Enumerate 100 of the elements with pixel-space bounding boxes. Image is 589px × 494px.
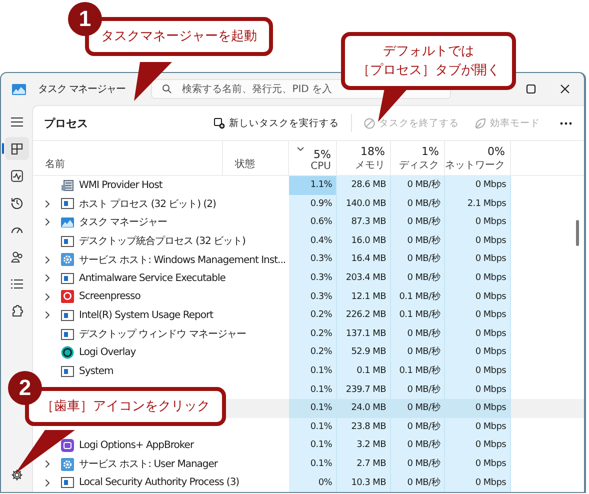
table-cell: 0 MB/秒 xyxy=(391,194,445,214)
table-cell: 12.1 MB xyxy=(337,288,391,306)
table-cell: 137.1 MB xyxy=(337,324,391,344)
table-row[interactable]: デスクトップ ウィンドウ マネージャー 0.2% 137.1 MB 0 MB/秒 0 Mbps xyxy=(33,324,584,344)
table-cell: 0 Mbps xyxy=(445,454,511,474)
table-row[interactable]: Antimalware Service Executable 0.3% 203.4 MB 0 MB/秒 0 Mbps xyxy=(33,268,584,288)
more-icon[interactable] xyxy=(560,122,572,124)
table-row[interactable]: デスクトップ統合プロセス (32 ビット) 0.4% 16.0 MB 0 MB/秒 0 Mbps xyxy=(33,232,584,250)
table-row[interactable]: Local Security Authority Process (3) 0% 10.3 MB 0 MB/秒 0 Mbps xyxy=(33,474,584,492)
table-row[interactable]: Logi Overlay 0.2% 52.9 MB 0 MB/秒 0 Mbps xyxy=(33,343,584,362)
column-label[interactable]: ネットワーク xyxy=(445,158,505,172)
column-label[interactable]: ディスク xyxy=(399,158,439,172)
column-percent: 5% xyxy=(314,148,331,161)
callout-text: ［プロセス］タブが開く xyxy=(357,62,500,80)
table-cell: 0 Mbps xyxy=(445,399,511,418)
chevron-icon[interactable] xyxy=(45,292,50,301)
pointer-tooltip xyxy=(134,62,172,101)
window-icon xyxy=(61,477,74,488)
table-cell: 0 MB/秒 xyxy=(391,176,445,195)
table-cell: 0 MB/秒 xyxy=(391,436,445,455)
window-icon xyxy=(61,310,74,321)
process-name: デスクトップ ウィンドウ マネージャー xyxy=(79,328,246,342)
table-cell: 2.7 MB xyxy=(337,454,391,474)
table-cell: 0 MB/秒 xyxy=(391,454,445,474)
chevron-icon[interactable] xyxy=(45,256,50,264)
window-title: タスク マネージャー xyxy=(38,83,126,96)
table-row[interactable]: サービス ホスト: Windows Management Inst... 0.3% 16.4 MB 0 MB/秒 0 Mbps xyxy=(33,250,584,269)
table-cell: 0.6% xyxy=(289,213,337,232)
table-row[interactable]: ホスト プロセス (32 ビット) (2) 0.9% 140.0 MB 0 MB/秒 2.1 Mbps xyxy=(33,194,584,214)
pointer-tooltip xyxy=(15,430,75,474)
table-cell: 0 Mbps xyxy=(445,232,511,250)
table-cell: 0 Mbps xyxy=(445,250,511,269)
table-cell: 0 MB/秒 xyxy=(391,399,445,418)
new-task-icon xyxy=(214,118,225,128)
close-icon[interactable] xyxy=(560,84,570,94)
column-label[interactable]: 状態 xyxy=(235,157,288,171)
nav-item[interactable] xyxy=(4,137,28,160)
process-name: サービス ホスト: Windows Management Inst... xyxy=(79,254,286,267)
chevron-icon[interactable] xyxy=(45,460,50,468)
users-icon xyxy=(10,250,22,262)
column-label[interactable]: 名前 xyxy=(45,157,222,171)
toolbar-button[interactable]: 新しいタスクを実行する xyxy=(210,114,343,132)
table-cell: 0.1% xyxy=(289,380,337,400)
maximize-icon[interactable] xyxy=(526,84,536,94)
chevron-icon[interactable] xyxy=(45,200,50,208)
chevron-icon[interactable] xyxy=(45,274,50,282)
process-name: WMI Provider Host xyxy=(79,180,162,191)
table-row[interactable]: Screenpresso 0.3% 12.1 MB 0.1 MB/秒 0 Mbps xyxy=(33,288,584,306)
table-cell: 0% xyxy=(289,474,337,492)
column-header[interactable]: 5% CPU xyxy=(289,141,337,175)
chevron-icon[interactable] xyxy=(45,478,50,487)
list-icon xyxy=(10,278,22,288)
table-row[interactable]: 0.1% 23.8 MB 0 MB/秒 0 Mbps xyxy=(33,418,584,436)
scrollbar-thumb[interactable] xyxy=(576,220,579,246)
table-cell: 0 Mbps xyxy=(445,268,511,288)
process-name: Logi Overlay xyxy=(79,347,136,358)
table-cell: 0.3% xyxy=(289,288,337,306)
column-label[interactable]: CPU xyxy=(310,161,331,172)
table-cell: 0.2% xyxy=(289,306,337,325)
process-name: Screenpresso xyxy=(79,291,140,302)
column-header[interactable]: 1% ディスク xyxy=(391,141,445,175)
process-name: タスク マネージャー xyxy=(79,216,168,230)
history-icon xyxy=(10,196,22,208)
table-cell: 0 MB/秒 xyxy=(391,418,445,436)
step-badge-tooltip: 1 xyxy=(68,2,102,36)
table-cell: 0 MB/秒 xyxy=(391,268,445,288)
table-row[interactable]: Logi Options+ AppBroker 0.1% 3.2 MB 0 MB/秒 0 Mbps xyxy=(33,436,584,455)
column-percent: 0% xyxy=(488,145,505,158)
callout-text: デフォルトでは xyxy=(383,43,474,61)
window-icon xyxy=(61,328,74,340)
table-row[interactable]: サービス ホスト: User Manager 0.1% 2.7 MB 0 MB/秒 0 Mbps xyxy=(33,454,584,474)
table-cell: 226.2 MB xyxy=(337,306,391,325)
table-cell: 0 MB/秒 xyxy=(391,213,445,232)
table-cell: 0 Mbps xyxy=(445,343,511,362)
process-name: ホスト プロセス (32 ビット) (2) xyxy=(79,198,216,211)
column-percent: 1% xyxy=(422,145,439,158)
table-cell: 203.4 MB xyxy=(337,268,391,288)
server-icon xyxy=(61,180,74,191)
table-cell: 10.3 MB xyxy=(337,474,391,492)
chevron-icon[interactable] xyxy=(45,311,50,320)
column-header[interactable]: 18% メモリ xyxy=(337,141,391,175)
column-label[interactable]: メモリ xyxy=(355,158,385,172)
chevron-icon[interactable] xyxy=(45,218,50,226)
table-cell: 0.1% xyxy=(289,399,337,418)
table-cell: 28.6 MB xyxy=(337,176,391,195)
table-cell: 0 Mbps xyxy=(445,362,511,381)
table-cell: 16.4 MB xyxy=(337,250,391,269)
window-icon xyxy=(61,272,74,284)
table-cell: 0.4% xyxy=(289,232,337,250)
table-cell: 0 Mbps xyxy=(445,474,511,492)
window-icon xyxy=(61,236,74,247)
table-row[interactable]: WMI Provider Host 1.1% 28.6 MB 0 MB/秒 0 Mbps xyxy=(33,176,584,195)
table-cell: 2.1 Mbps xyxy=(445,194,511,214)
table-cell: 0.1% xyxy=(289,436,337,455)
table-row[interactable]: Intel(R) System Usage Report 0.2% 226.2 MB 0.1 MB/秒 0 Mbps xyxy=(33,306,584,325)
column-header[interactable]: 0% ネットワーク xyxy=(445,141,511,175)
table-cell: 0 MB/秒 xyxy=(391,250,445,269)
window-icon xyxy=(61,366,74,377)
table-cell: 52.9 MB xyxy=(337,343,391,362)
table-row[interactable]: タスク マネージャー 0.6% 87.3 MB 0 MB/秒 0 Mbps xyxy=(33,213,584,232)
